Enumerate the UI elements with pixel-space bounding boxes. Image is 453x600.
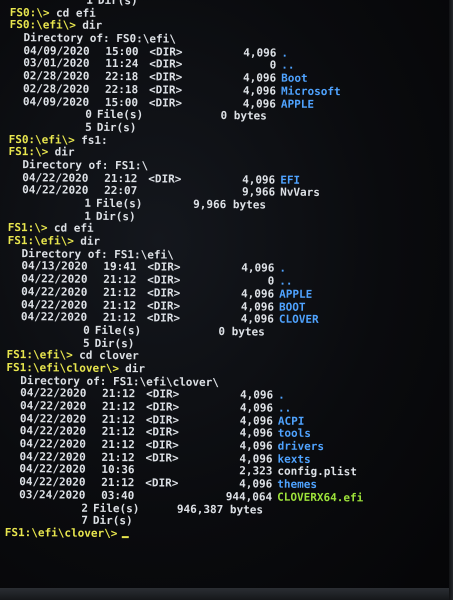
summary-count: 5 <box>85 120 92 134</box>
entry-name: CLOVER <box>278 312 319 327</box>
entry-size: 944,064 <box>225 489 273 504</box>
monitor-bezel <box>0 588 453 600</box>
entry-time: 22:18 <box>105 82 139 97</box>
summary-bytes: 0 bytes <box>220 109 267 123</box>
summary-bytes: 0 bytes <box>218 324 265 339</box>
monitor-screen: 1 Dir(s) FS0:\> cd efi FS0:\efi\> dir Director… <box>0 0 453 600</box>
entry-name: NvVars <box>280 185 320 200</box>
entry-size: 4,096 <box>240 287 275 301</box>
summary-label: File(s) <box>94 323 142 338</box>
entry-time: 03:40 <box>101 488 135 503</box>
entry-date: 04/22/2020 <box>22 183 89 198</box>
entry-size: 4,096 <box>242 84 277 98</box>
summary-bytes: 9,966 bytes <box>193 197 267 212</box>
summary-count: 0 <box>83 323 90 337</box>
entry-name: Microsoft <box>281 84 341 98</box>
entry-dir-tag: <DIR> <box>148 171 182 186</box>
entry-dir-tag: <DIR> <box>147 286 181 300</box>
command-text: dir <box>80 234 101 248</box>
entry-name: .. <box>277 401 292 415</box>
entry-dir-tag: <DIR> <box>148 95 183 110</box>
entry-size: 0 <box>267 274 275 288</box>
entry-dir-tag: <DIR> <box>146 311 181 325</box>
entry-date: 04/09/2020 <box>22 94 90 109</box>
entry-dir-tag: <DIR> <box>149 83 183 97</box>
entry-time: 21:12 <box>103 285 137 300</box>
entry-name: CLOVERX64.efi <box>277 490 364 505</box>
monitor-bezel-edge <box>449 0 453 600</box>
summary-count: 1 <box>84 196 92 210</box>
active-prompt-line: FS1:\efi\clover\> <box>4 525 435 544</box>
command-text: fs1: <box>81 133 108 147</box>
shell-prompt: FS1:\efi\clover\> <box>4 525 118 540</box>
entry-dir-tag: <DIR> <box>145 476 179 490</box>
entry-date: 03/24/2020 <box>19 487 86 502</box>
summary-label: Dir(s) <box>96 120 137 135</box>
entry-name: APPLE <box>279 287 313 301</box>
entry-dir-tag: <DIR> <box>145 451 179 465</box>
summary-bytes: 946,387 bytes <box>176 502 264 516</box>
summary-label: Dir(s) <box>95 209 136 223</box>
entry-name: APPLE <box>280 97 315 111</box>
text-cursor[interactable] <box>121 535 129 539</box>
uefi-shell-terminal[interactable]: 1 Dir(s) FS0:\> cd efi FS0:\efi\> dir Director… <box>5 0 440 544</box>
command-text: dir <box>125 362 146 376</box>
entry-date: 04/22/2020 <box>20 310 88 324</box>
